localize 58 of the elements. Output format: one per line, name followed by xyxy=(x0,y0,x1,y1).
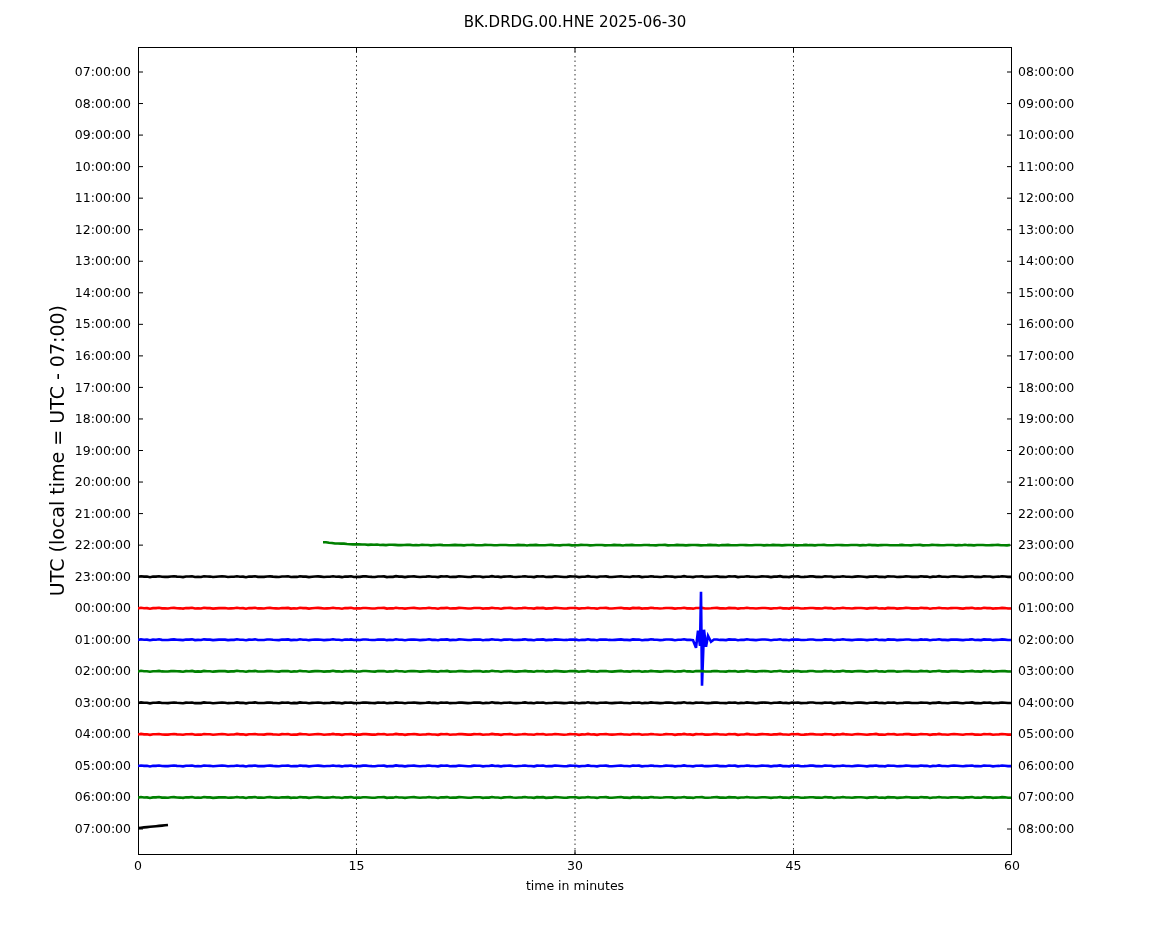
y-tick-label: 12:00:00 xyxy=(1018,189,1075,208)
y-tick-label: 13:00:00 xyxy=(74,252,131,271)
y-tick-label: 10:00:00 xyxy=(1018,126,1075,145)
y-axis-label: UTC (local time = UTC - 07:00) xyxy=(46,305,68,597)
y-tick-label: 03:00:00 xyxy=(1018,662,1075,681)
y-tick-label: 21:00:00 xyxy=(1018,473,1075,492)
y-tick-label: 21:00:00 xyxy=(74,504,131,523)
x-tick-label: 30 xyxy=(566,858,584,874)
y-tick-label: 17:00:00 xyxy=(74,378,131,397)
y-tick-label: 17:00:00 xyxy=(1018,346,1075,365)
x-tick-label: 15 xyxy=(347,858,366,874)
y-tick-label: 01:00:00 xyxy=(1018,599,1075,618)
y-tick-label: 20:00:00 xyxy=(1018,441,1075,460)
y-tick-label: 22:00:00 xyxy=(74,536,131,555)
y-tick-label: 06:00:00 xyxy=(74,788,131,807)
x-tick-label: 0 xyxy=(133,858,143,874)
y-tick-label: 00:00:00 xyxy=(1018,567,1075,586)
y-tick-label: 07:00:00 xyxy=(1018,788,1075,807)
y-tick-label: 08:00:00 xyxy=(1018,63,1075,82)
y-tick-label: 12:00:00 xyxy=(74,220,131,239)
y-tick-label: 11:00:00 xyxy=(74,189,131,208)
y-tick-label: 07:00:00 xyxy=(74,63,131,82)
y-tick-label: 07:00:00 xyxy=(74,819,131,838)
y-tick-label: 19:00:00 xyxy=(74,441,131,460)
y-tick-label: 02:00:00 xyxy=(1018,630,1075,649)
y-tick-label: 16:00:00 xyxy=(74,346,131,365)
y-tick-label: 14:00:00 xyxy=(74,283,131,302)
y-tick-label: 06:00:00 xyxy=(1018,756,1075,775)
y-tick-label: 23:00:00 xyxy=(74,567,131,586)
y-tick-label: 13:00:00 xyxy=(1018,220,1075,239)
y-tick-label: 19:00:00 xyxy=(1018,410,1075,429)
x-tick-label: 60 xyxy=(1003,858,1021,874)
y-tick-label: 14:00:00 xyxy=(1018,252,1075,271)
y-tick-label: 04:00:00 xyxy=(74,725,131,744)
y-tick-label: 20:00:00 xyxy=(74,473,131,492)
y-tick-label: 09:00:00 xyxy=(74,126,131,145)
y-tick-label: 10:00:00 xyxy=(74,157,131,176)
y-tick-label: 05:00:00 xyxy=(1018,725,1075,744)
y-tick-label: 09:00:00 xyxy=(1018,94,1075,113)
y-tick-label: 18:00:00 xyxy=(74,410,131,429)
y-tick-label: 08:00:00 xyxy=(74,94,131,113)
y-tick-label: 02:00:00 xyxy=(74,662,131,681)
y-tick-label: 15:00:00 xyxy=(74,315,131,334)
y-tick-label: 08:00:00 xyxy=(1018,819,1075,838)
x-tick-label: 45 xyxy=(784,858,803,874)
y-tick-label: 18:00:00 xyxy=(1018,378,1075,397)
y-tick-label: 01:00:00 xyxy=(74,630,131,649)
y-tick-label: 03:00:00 xyxy=(74,693,131,712)
y-tick-label: 00:00:00 xyxy=(74,599,131,618)
chart-title: BK.DRDG.00.HNE 2025-06-30 xyxy=(462,12,688,32)
y-tick-label: 23:00:00 xyxy=(1018,536,1075,555)
y-tick-label: 11:00:00 xyxy=(1018,157,1075,176)
y-tick-label: 05:00:00 xyxy=(74,756,131,775)
y-tick-label: 16:00:00 xyxy=(1018,315,1075,334)
x-axis-label: time in minutes xyxy=(524,878,626,893)
y-tick-label: 04:00:00 xyxy=(1018,693,1075,712)
y-tick-label: 15:00:00 xyxy=(1018,283,1075,302)
y-tick-label: 22:00:00 xyxy=(1018,504,1075,523)
